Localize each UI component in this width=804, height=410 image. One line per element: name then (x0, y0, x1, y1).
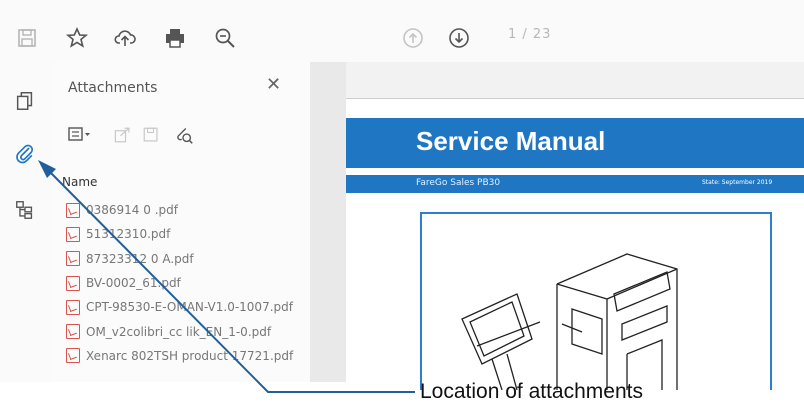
callout-arrow (38, 160, 415, 393)
callout-label: Location of attachments (420, 380, 643, 403)
